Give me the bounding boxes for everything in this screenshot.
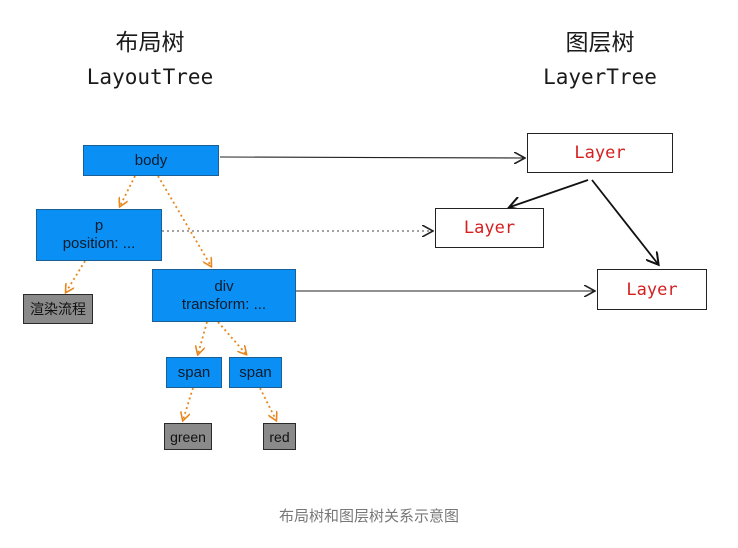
layer-tree-heading: 图层树 LayerTree xyxy=(520,28,680,92)
edge-body-to-layer-top xyxy=(219,157,524,158)
leaf-node-red: red xyxy=(263,423,296,450)
render-flow-label: 渲染流程 xyxy=(30,301,86,317)
layout-node-p-style: position: ... xyxy=(62,235,136,252)
layout-node-div-style: transform: ... xyxy=(181,295,267,313)
layout-node-span-1: span xyxy=(166,357,222,388)
layer-node-right-label: Layer xyxy=(626,279,678,300)
edge-layer-top-to-right xyxy=(591,179,658,264)
leaf-node-green-label: green xyxy=(170,428,206,445)
layer-node-right: Layer xyxy=(597,269,707,310)
layout-tree-heading: 布局树 LayoutTree xyxy=(70,28,230,92)
edge-div-to-span1 xyxy=(198,321,208,354)
layout-tree-title-en: LayoutTree xyxy=(86,65,214,89)
render-flow-node: 渲染流程 xyxy=(23,294,93,324)
layer-tree-title-en: LayerTree xyxy=(543,65,657,89)
layout-node-p-label: p xyxy=(94,217,104,234)
layout-node-span-1-label: span xyxy=(177,363,211,381)
edge-span1-to-green xyxy=(183,387,194,420)
layer-node-top-label: Layer xyxy=(574,143,626,163)
layout-node-body: body xyxy=(83,145,219,176)
edge-div-to-span2 xyxy=(217,321,246,354)
layer-node-top: Layer xyxy=(527,133,673,173)
layout-node-div-label: div xyxy=(214,277,234,295)
layer-tree-title-zh: 图层树 xyxy=(565,30,635,56)
layer-node-left-label: Layer xyxy=(463,218,516,238)
layout-node-span-2: span xyxy=(229,357,282,388)
layout-node-p: p position: ... xyxy=(36,209,162,261)
leaf-node-green: green xyxy=(164,423,212,450)
edge-span2-to-red xyxy=(259,387,276,420)
diagram-canvas: 布局树 LayoutTree 图层树 LayerTree body p posi… xyxy=(0,0,738,548)
edge-body-to-div xyxy=(157,175,211,266)
leaf-node-red-label: red xyxy=(269,428,290,445)
edge-p-to-render-flow xyxy=(66,260,86,292)
layout-node-body-label: body xyxy=(134,151,168,169)
edge-body-to-p xyxy=(120,175,136,206)
edge-layer-top-to-left xyxy=(510,179,589,207)
layout-node-span-2-label: span xyxy=(239,363,272,381)
figure-caption: 布局树和图层树关系示意图 xyxy=(278,507,459,525)
layout-tree-title-zh: 布局树 xyxy=(115,30,185,56)
layout-node-div: div transform: ... xyxy=(152,269,296,322)
layer-node-left: Layer xyxy=(435,208,544,248)
